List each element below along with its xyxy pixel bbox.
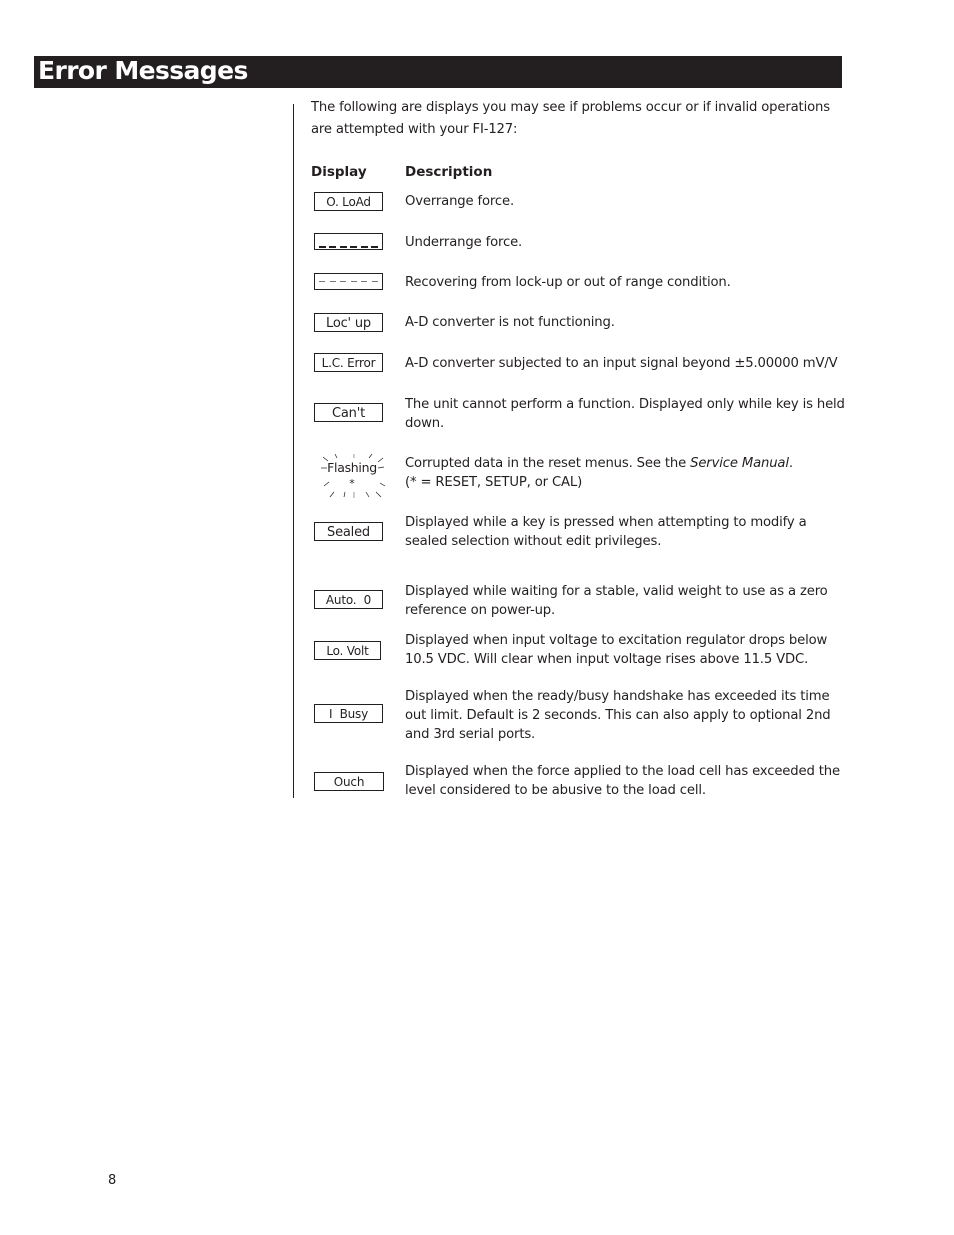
- row-description: Displayed when the force applied to the …: [405, 764, 840, 798]
- display-readout: Lo. Volt: [314, 641, 381, 660]
- display-readout-underrange-dashes: [314, 233, 383, 250]
- flashing-text: Flashing: [327, 460, 377, 475]
- description-text: Corrupted data in the reset menus. See t…: [405, 456, 691, 471]
- display-readout: Auto. 0: [314, 590, 383, 609]
- description-text: .: [788, 456, 793, 471]
- display-readout: L.C. Error: [314, 353, 383, 372]
- display-readout-recovering-dashes: [314, 273, 383, 290]
- row-description: Displayed when the ready/busy handshake …: [405, 689, 831, 742]
- row-description: Recovering from lock-up or out of range …: [405, 275, 731, 290]
- service-manual-reference: Service Manual: [690, 456, 789, 471]
- display-readout-flashing: Flashing *: [316, 454, 388, 500]
- display-readout: Ouch: [314, 772, 384, 791]
- row-description: Displayed while waiting for a stable, va…: [405, 584, 828, 618]
- row-description: A-D converter is not functioning.: [405, 315, 615, 330]
- row-description: Displayed when input voltage to excitati…: [405, 633, 828, 667]
- row-description: The unit cannot perform a function. Disp…: [405, 397, 845, 431]
- section-title-bar: Error Messages: [34, 56, 842, 88]
- row-description: Overrange force.: [405, 194, 515, 209]
- description-note: (* = RESET, SETUP, or CAL): [405, 475, 583, 490]
- display-readout: Can't: [314, 403, 383, 422]
- row-description: Displayed while a key is pressed when at…: [405, 515, 807, 549]
- display-readout: I Busy: [314, 704, 383, 723]
- display-readout: Sealed: [314, 522, 383, 541]
- page-number: 8: [108, 1173, 117, 1188]
- row-description: Underrange force.: [405, 235, 523, 250]
- flashing-asterisk: *: [349, 477, 355, 490]
- page-title: Error Messages: [38, 56, 248, 85]
- column-header-description: Description: [405, 164, 493, 180]
- display-readout: Loc' up: [314, 313, 383, 332]
- row-description: A-D converter subjected to an input sign…: [405, 356, 838, 371]
- column-divider: [293, 104, 294, 798]
- row-description: Corrupted data in the reset menus. See t…: [405, 454, 845, 492]
- display-readout: O. LoAd: [314, 192, 383, 211]
- column-header-display: Display: [311, 164, 367, 180]
- intro-paragraph: The following are displays you may see i…: [311, 100, 830, 137]
